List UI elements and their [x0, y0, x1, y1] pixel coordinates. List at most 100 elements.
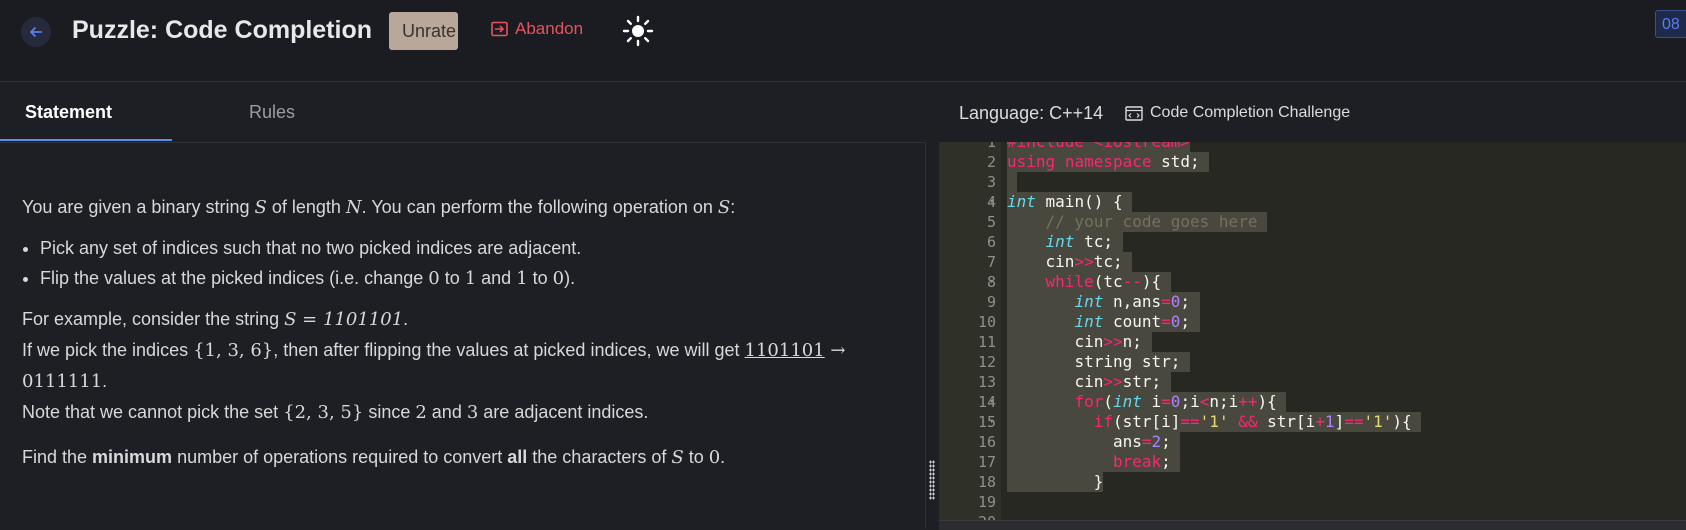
line-number: 5: [986, 213, 996, 231]
back-button[interactable]: [21, 17, 51, 47]
code-line: 5 // your code goes here: [939, 212, 1686, 232]
token: using: [1007, 152, 1056, 171]
token: =: [1141, 432, 1152, 451]
text: .: [102, 371, 108, 391]
math-num: 0: [552, 268, 565, 289]
token: }: [1093, 472, 1104, 491]
token: cin: [1045, 252, 1075, 271]
code-line: 16 ans=2;: [939, 432, 1686, 452]
token: n,ans: [1103, 292, 1162, 311]
code-text: string str;: [1007, 352, 1191, 372]
sun-icon[interactable]: [622, 15, 654, 47]
token: >>: [1103, 372, 1123, 391]
token: // your code goes here: [1045, 212, 1258, 231]
token: int: [1074, 312, 1104, 331]
math-expr: S = 1101101: [284, 309, 404, 330]
line-number: 13: [977, 373, 996, 391]
code-line: 2 using namespace std;: [939, 152, 1686, 172]
code-line: 9 int n,ans=0;: [939, 292, 1686, 312]
tab-statement[interactable]: Statement: [25, 102, 112, 123]
token: ;: [1180, 292, 1191, 311]
token: >>: [1074, 252, 1094, 271]
code-line: 13 cin>>str;: [939, 372, 1686, 392]
token: int: [1112, 392, 1142, 411]
math-num: 3: [466, 402, 479, 423]
unrate-button[interactable]: Unrate: [389, 12, 458, 50]
code-line: 3: [939, 172, 1686, 192]
token: ]: [1334, 412, 1345, 431]
token: ){: [1392, 412, 1412, 431]
text: Note that we cannot pick the set: [22, 402, 284, 422]
abandon-button[interactable]: Abandon: [491, 19, 583, 39]
token: i: [1141, 392, 1162, 411]
token: main() {: [1035, 192, 1123, 211]
token: 0: [1170, 312, 1181, 331]
text: Flip the values at the picked indices (i…: [40, 268, 429, 288]
statement-intro: You are given a binary string S of lengt…: [22, 192, 902, 223]
timer-badge: 08: [1655, 10, 1686, 38]
token: ans: [1112, 432, 1142, 451]
code-line: 17 break;: [939, 452, 1686, 472]
text: to: [527, 268, 553, 288]
text: to: [683, 447, 709, 467]
code-text: ans=2;: [1007, 432, 1181, 452]
code-text: for(int i=0;i<n;i++){: [1007, 392, 1287, 412]
text: .: [403, 309, 409, 329]
text: the characters of: [527, 447, 672, 467]
token: tc;: [1074, 232, 1113, 251]
token: int: [1045, 232, 1075, 251]
drag-handle-icon[interactable]: [929, 460, 935, 500]
code-line: 19: [939, 492, 1686, 512]
line-number: 10: [977, 313, 996, 331]
tab-rules[interactable]: Rules: [249, 102, 295, 123]
text: to: [439, 268, 465, 288]
math-num: 1101101: [744, 340, 825, 361]
code-line: 4 ▾ int main() {: [939, 192, 1686, 212]
language-label[interactable]: Language: C++14: [959, 103, 1103, 124]
code-window-icon: [1125, 105, 1143, 121]
bold-text: minimum: [92, 447, 173, 467]
code-text: [1007, 172, 1017, 192]
list-item: Pick any set of indices such that no two…: [40, 233, 902, 263]
code-text: int count=0;: [1007, 312, 1200, 332]
text: , then after flipping the values at pick…: [273, 340, 745, 360]
example-detail: If we pick the indices {1, 3, 6}, then a…: [22, 335, 902, 397]
code-editor[interactable]: 1 #include <iostream> 2 using namespace …: [939, 142, 1686, 520]
line-number: 6: [986, 233, 996, 251]
list-item: Flip the values at the picked indices (i…: [40, 263, 902, 294]
line-number: 2: [986, 153, 996, 171]
token: tc;: [1093, 252, 1123, 271]
token: n;i: [1209, 392, 1239, 411]
task-line: Find the minimum number of operations re…: [22, 442, 902, 473]
line-number: 12: [977, 353, 996, 371]
fold-arrow-icon[interactable]: ▾: [989, 392, 994, 412]
line-number: 11: [977, 333, 996, 351]
math-num: 1: [516, 268, 528, 289]
token: ;i: [1180, 392, 1200, 411]
line-number: 1: [986, 142, 996, 151]
text: . You can perform the following operatio…: [361, 197, 718, 217]
panel-splitter[interactable]: [925, 142, 940, 529]
token: ;: [1180, 312, 1191, 331]
code-line: 10 int count=0;: [939, 312, 1686, 332]
token: if: [1093, 412, 1113, 431]
token: +: [1315, 412, 1325, 431]
token: n;: [1122, 332, 1142, 351]
token: =: [1161, 292, 1171, 311]
token: while: [1045, 272, 1094, 291]
code-text: }: [1007, 472, 1104, 492]
token: <: [1199, 392, 1210, 411]
token: (tc: [1093, 272, 1123, 291]
code-line: 6 int tc;: [939, 232, 1686, 252]
math-var: S: [717, 197, 731, 218]
token: int: [1007, 192, 1036, 211]
fold-arrow-icon[interactable]: ▾: [989, 272, 994, 292]
fold-arrow-icon[interactable]: ▾: [989, 412, 994, 432]
math-var: N: [345, 197, 362, 218]
fold-arrow-icon[interactable]: ▾: [989, 192, 994, 212]
token: &&: [1228, 412, 1268, 431]
code-line: 7 cin>>tc;: [939, 252, 1686, 272]
token: 0: [1170, 292, 1181, 311]
page-title: Puzzle: Code Completion: [72, 16, 372, 44]
text: and: [426, 402, 467, 422]
